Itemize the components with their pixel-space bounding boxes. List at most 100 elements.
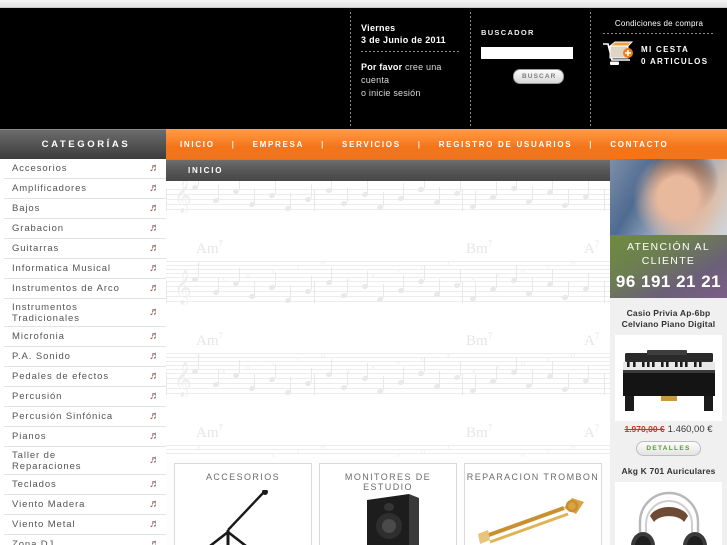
tab-number: 3 xyxy=(371,273,375,280)
tab-line xyxy=(166,273,610,274)
sidebar-item-pedales-de-efectos[interactable]: Pedales de efectos ♬ xyxy=(4,367,166,387)
sidebar-item-p-a-sonido[interactable]: P.A. Sonido ♬ xyxy=(4,347,166,367)
sidebar-item-percusi-n-sinf-nica[interactable]: Percusión Sinfónica ♬ xyxy=(4,407,166,427)
featured-product-row: ACCESORIOS MONITORES DE ESTUDIO REPARACI… xyxy=(166,457,610,545)
music-note-icon: ♬ xyxy=(149,350,160,362)
sidebar-item-percusi-n[interactable]: Percusión ♬ xyxy=(4,387,166,407)
music-note-icon: ♬ xyxy=(149,518,160,530)
sidebar-product[interactable]: Casio Privia Ap-6bp Celviano Piano Digit… xyxy=(610,298,727,456)
tab-line xyxy=(166,353,610,354)
sidebar-item-bajos[interactable]: Bajos ♬ xyxy=(4,199,166,219)
nav-item-registro-de-usuarios[interactable]: REGISTRO DE USUARIOS xyxy=(439,140,573,149)
page-body: Accesorios ♬ Amplificadores ♬ Bajos ♬ Grabacio… xyxy=(0,159,727,545)
product-box[interactable]: REPARACION TROMBON xyxy=(464,463,602,545)
note-stem xyxy=(475,191,476,205)
note-stem xyxy=(218,185,219,199)
note-stem xyxy=(238,268,240,282)
browser-top-strip xyxy=(0,0,727,8)
digital-piano-photo xyxy=(615,335,722,421)
note-stem xyxy=(403,367,404,381)
bar-line xyxy=(314,189,315,211)
cart-title: MI CESTA xyxy=(641,44,690,54)
account-prompt-line3[interactable]: o inicie sesión xyxy=(361,87,460,100)
sidebar-item-informatica-musical[interactable]: Informatica Musical ♬ xyxy=(4,259,166,279)
staff-line xyxy=(166,286,610,287)
nav-item-servicios[interactable]: SERVICIOS xyxy=(342,140,401,149)
tab-number: 2 xyxy=(546,265,550,272)
sidebar-item-viento-madera[interactable]: Viento Madera ♬ xyxy=(4,495,166,515)
product-box-title: MONITORES DE ESTUDIO xyxy=(344,472,432,492)
music-note-icon: ♬ xyxy=(149,306,160,318)
sidebar-item-instrumentos-tradicionales[interactable]: Instrumentos Tradicionales ♬ xyxy=(4,299,166,327)
note-stem xyxy=(475,375,476,389)
tab-number: 2 xyxy=(546,357,550,364)
shopping-cart-icon[interactable] xyxy=(601,40,637,70)
note-stem xyxy=(439,187,440,201)
sidebar-item-viento-metal[interactable]: Viento Metal ♬ xyxy=(4,515,166,535)
sidebar-item-label: Informatica Musical xyxy=(12,263,111,274)
sidebar-item-pianos[interactable]: Pianos ♬ xyxy=(4,427,166,447)
nav-item-empresa[interactable]: EMPRESA xyxy=(253,140,304,149)
note-stem xyxy=(331,267,332,281)
note-stem xyxy=(254,189,255,203)
date-and-account-block: Viernes 3 de Junio de 2011 Por favor cre… xyxy=(350,8,470,129)
sidebar-item-label: Taller de Reparaciones xyxy=(12,449,82,472)
note-stem xyxy=(197,356,199,370)
tab-number: 0 xyxy=(321,261,325,268)
tab-number: 2 xyxy=(396,361,400,368)
note-stem xyxy=(238,360,240,374)
sidebar-item-instrumentos-de-arco[interactable]: Instrumentos de Arco ♬ xyxy=(4,279,166,299)
customer-attention-banner: ATENCIÓN AL CLIENTE 96 191 21 21 xyxy=(610,235,727,298)
tab-number: 0 xyxy=(571,445,575,452)
music-note-icon: ♬ xyxy=(149,242,160,254)
nav-item-inicio[interactable]: INICIO xyxy=(180,140,215,149)
main-navigation: INICIO | EMPRESA | SERVICIOS | REGISTRO … xyxy=(166,129,727,159)
studio-monitor-icon xyxy=(320,490,456,545)
sidebar-item-grabacion[interactable]: Grabacion ♬ xyxy=(4,219,166,239)
sidebar-product-title: Casio Privia Ap-6bp Celviano Piano Digit… xyxy=(621,308,716,329)
chord-symbol: A7 xyxy=(584,331,600,349)
sidebar-item-guitarras[interactable]: Guitarras ♬ xyxy=(4,239,166,259)
note-stem xyxy=(588,365,589,379)
music-note-icon: ♬ xyxy=(149,410,160,422)
note-stem xyxy=(382,284,384,298)
product-details-button[interactable]: DETALLES xyxy=(636,441,701,456)
staff-line xyxy=(166,209,610,210)
current-day: Viernes xyxy=(361,23,396,33)
purchase-conditions-link[interactable]: Condiciones de compra xyxy=(601,19,717,28)
sidebar-item-taller-de-reparaciones[interactable]: Taller de Reparaciones ♬ xyxy=(4,447,166,475)
note-stem xyxy=(567,282,569,296)
music-note-icon: ♬ xyxy=(149,498,160,510)
sidebar-item-microfonia[interactable]: Microfonia ♬ xyxy=(4,327,166,347)
sidebar-item-teclados[interactable]: Teclados ♬ xyxy=(4,475,166,495)
staff-line xyxy=(166,199,610,200)
bar-line xyxy=(462,373,463,395)
product-box[interactable]: MONITORES DE ESTUDIO xyxy=(319,463,457,545)
support-phone-number: 96 191 21 21 xyxy=(615,272,722,291)
tab-number: 0 xyxy=(421,449,425,456)
site-logo[interactable] xyxy=(0,8,350,129)
note-stem xyxy=(346,280,348,294)
search-input[interactable] xyxy=(481,46,573,59)
note-stem xyxy=(197,181,199,186)
tab-line xyxy=(166,365,610,366)
tab-number: 1 xyxy=(271,453,275,457)
note-stem xyxy=(516,181,517,187)
tab-number: 0 xyxy=(571,261,575,268)
sidebar-item-accesorios[interactable]: Accesorios ♬ xyxy=(4,159,166,179)
sidebar-item-amplificadores[interactable]: Amplificadores ♬ xyxy=(4,179,166,199)
music-note-icon: ♬ xyxy=(149,478,160,490)
nav-item-contacto[interactable]: CONTACTO xyxy=(610,140,668,149)
sidebar-item-zona-dj[interactable]: Zona DJ ♬ xyxy=(4,535,166,545)
tab-number: 3 xyxy=(446,261,450,268)
cart-summary[interactable]: MI CESTA 0 ARTICULOS xyxy=(601,40,717,70)
note-stem xyxy=(588,273,589,287)
search-submit-button[interactable]: BUSCAR xyxy=(513,69,565,84)
music-note-icon: ♬ xyxy=(149,262,160,274)
account-prompt-rest: cree una xyxy=(402,62,442,72)
product-box[interactable]: ACCESORIOS xyxy=(174,463,312,545)
music-note-icon: ♬ xyxy=(149,390,160,402)
account-prompt-line2[interactable]: cuenta xyxy=(361,74,460,87)
sidebar-product[interactable]: Akg K 701 Auriculares xyxy=(610,456,727,545)
product-box-title: ACCESORIOS xyxy=(205,472,280,482)
